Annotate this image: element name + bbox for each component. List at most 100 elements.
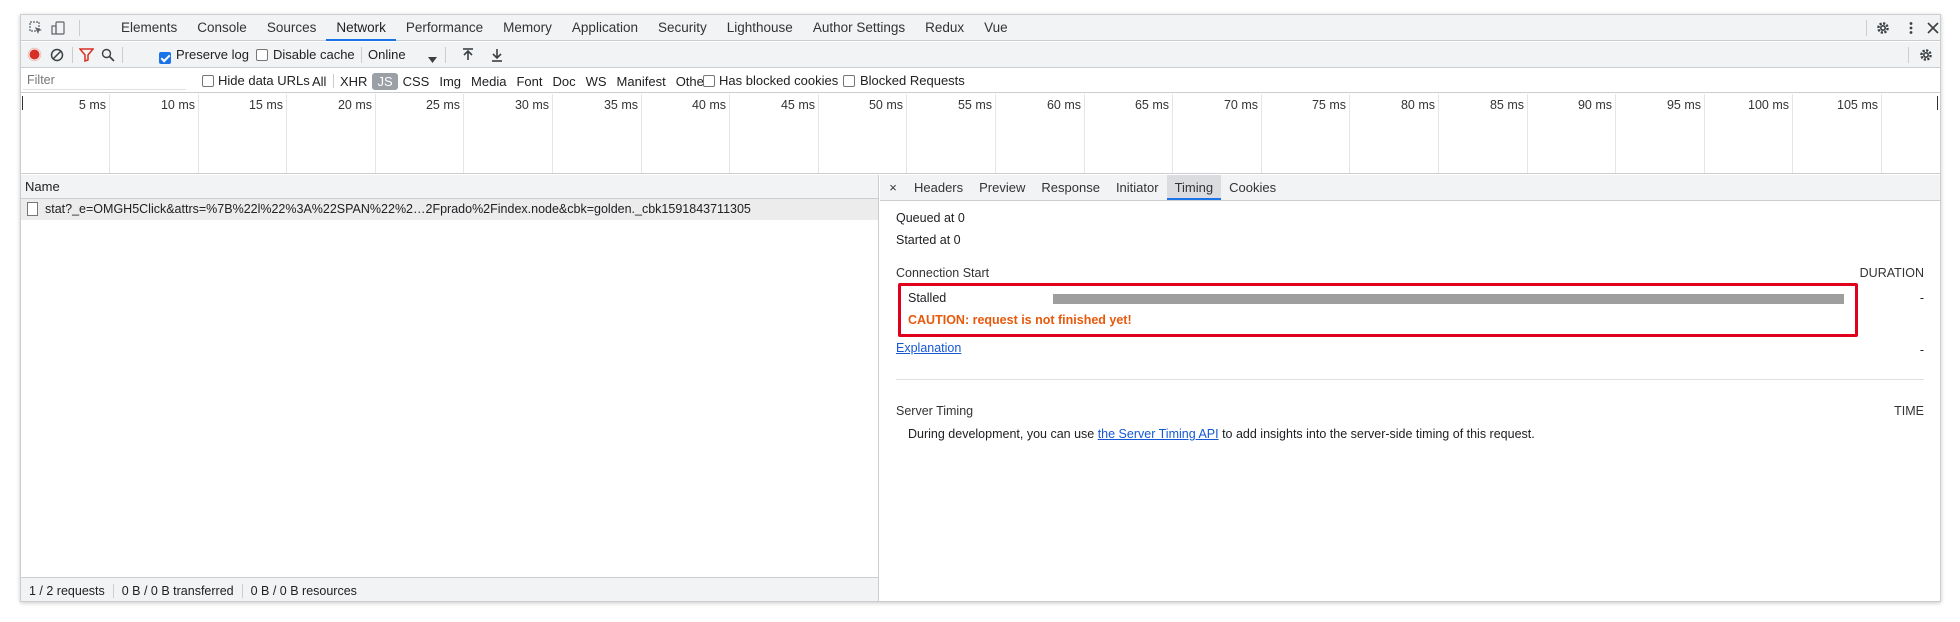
overview-left-handle[interactable] [22, 96, 23, 110]
disable-cache-checkbox[interactable] [256, 49, 268, 61]
overview-tick-label: 85 ms [1489, 98, 1524, 112]
tab-network[interactable]: Network [326, 15, 396, 41]
overview-tick-label: 45 ms [780, 98, 815, 112]
overview-gridline [1261, 94, 1262, 173]
duration-header: DURATION [1859, 266, 1924, 280]
more-options-icon[interactable] [1902, 19, 1920, 37]
filter-input[interactable] [23, 71, 186, 90]
type-filter-doc[interactable]: Doc [547, 73, 580, 90]
overview-tick-label: 30 ms [514, 98, 549, 112]
tab-memory[interactable]: Memory [493, 15, 562, 41]
overview-tick-label: 55 ms [957, 98, 992, 112]
clear-icon[interactable] [50, 48, 64, 65]
tab-headers[interactable]: Headers [906, 175, 971, 200]
request-count: 1 / 2 requests [21, 583, 114, 598]
network-settings-gear-icon[interactable] [1919, 48, 1933, 65]
overview-tick-label: 60 ms [1046, 98, 1081, 112]
overview-tick-label: 5 ms [78, 98, 106, 112]
has-blocked-cookies-checkbox[interactable] [703, 75, 715, 87]
devtools-window: Elements Console Sources Network Perform… [20, 14, 1941, 602]
blocked-requests-label: Blocked Requests [860, 73, 965, 88]
device-toolbar-icon[interactable] [49, 19, 67, 37]
tab-sources[interactable]: Sources [257, 15, 327, 41]
tab-lighthouse[interactable]: Lighthouse [717, 15, 803, 41]
toolbar-divider [72, 47, 73, 63]
overview-gridline [198, 94, 199, 173]
overview-gridline [463, 94, 464, 173]
overview-tick-label: 10 ms [160, 98, 195, 112]
overview-tick-label: 20 ms [337, 98, 372, 112]
disable-cache-label: Disable cache [273, 47, 355, 62]
filter-icon[interactable] [78, 48, 95, 65]
type-filter-ws[interactable]: WS [581, 73, 612, 90]
tab-preview[interactable]: Preview [971, 175, 1033, 200]
export-har-icon[interactable] [491, 48, 503, 65]
explanation-value: - [1919, 343, 1924, 357]
overview-tick-label: 80 ms [1400, 98, 1435, 112]
tab-elements[interactable]: Elements [111, 15, 187, 41]
chevron-down-icon[interactable] [428, 51, 437, 66]
record-icon[interactable] [27, 47, 42, 65]
toolbar-divider [361, 47, 362, 63]
type-filter-css[interactable]: CSS [398, 73, 435, 90]
explanation-link[interactable]: Explanation [896, 341, 961, 355]
type-filter-media[interactable]: Media [466, 73, 511, 90]
type-filter-img[interactable]: Img [434, 73, 466, 90]
connection-start-title: Connection Start [896, 266, 990, 280]
overview-tick-label: 50 ms [868, 98, 903, 112]
overview-tick-label: 35 ms [603, 98, 638, 112]
stalled-duration: - [1919, 291, 1924, 305]
toolbar-divider [122, 47, 123, 63]
tab-redux[interactable]: Redux [915, 15, 974, 41]
overview-gridline [995, 94, 996, 173]
settings-gear-icon[interactable] [1874, 19, 1892, 37]
tab-console[interactable]: Console [187, 15, 257, 41]
server-timing-description: During development, you can use the Serv… [908, 427, 1535, 441]
hide-data-urls-label: Hide data URLs [218, 73, 310, 88]
inspect-element-icon[interactable] [27, 19, 45, 37]
tab-performance[interactable]: Performance [396, 15, 493, 41]
tab-application[interactable]: Application [562, 15, 648, 41]
throttling-select[interactable]: Online [368, 47, 406, 62]
tab-vue[interactable]: Vue [974, 15, 1018, 41]
stalled-label: Stalled [908, 291, 947, 305]
search-icon[interactable] [101, 48, 115, 65]
column-header-name[interactable]: Name [21, 175, 878, 199]
tab-security[interactable]: Security [648, 15, 717, 41]
overview-timeline[interactable]: 5 ms 10 ms 15 ms 20 ms 25 ms 30 ms 35 ms 40 ms 4… [21, 94, 1940, 174]
network-toolbar: Preserve log Disable cache Online [21, 42, 1940, 68]
tab-timing[interactable]: Timing [1166, 175, 1222, 200]
blocked-requests-checkbox[interactable] [843, 75, 855, 87]
overview-gridline [1615, 94, 1616, 173]
overview-gridline [818, 94, 819, 173]
server-timing-title: Server Timing [896, 404, 974, 418]
tab-author-settings[interactable]: Author Settings [803, 15, 915, 41]
overview-gridline [109, 94, 110, 173]
overview-gridline [729, 94, 730, 173]
hide-data-urls-checkbox[interactable] [202, 75, 214, 87]
resource-type-filters: XHR JS CSS Img Media Font Doc WS Manifes… [335, 73, 713, 90]
close-detail-icon[interactable]: × [880, 175, 906, 200]
tab-cookies[interactable]: Cookies [1221, 175, 1284, 200]
detail-tabs: × Headers Preview Response Initiator Tim… [880, 175, 1940, 201]
type-filter-font[interactable]: Font [511, 73, 547, 90]
overview-tick-label: 90 ms [1577, 98, 1612, 112]
type-filter-js[interactable]: JS [372, 73, 398, 90]
import-har-icon[interactable] [462, 48, 474, 65]
type-filter-manifest[interactable]: Manifest [612, 73, 671, 90]
type-filter-xhr[interactable]: XHR [335, 73, 372, 90]
preserve-log-checkbox[interactable] [159, 51, 171, 64]
file-icon [27, 202, 38, 216]
server-timing-api-link[interactable]: the Server Timing API [1098, 427, 1219, 441]
close-devtools-icon[interactable] [1924, 19, 1940, 37]
filter-divider [333, 74, 334, 88]
table-row[interactable]: stat?_e=OMGH5Click&attrs=%7B%22l%22%3A%2… [21, 199, 878, 220]
overview-tick-label: 65 ms [1134, 98, 1169, 112]
toolbar-divider [79, 20, 80, 36]
tab-response[interactable]: Response [1033, 175, 1108, 200]
time-header: TIME [1894, 404, 1924, 418]
tab-initiator[interactable]: Initiator [1108, 175, 1167, 200]
overview-gridline [1349, 94, 1350, 173]
overview-tick-label: 100 ms [1748, 98, 1789, 112]
type-filter-all[interactable]: All [307, 73, 331, 90]
